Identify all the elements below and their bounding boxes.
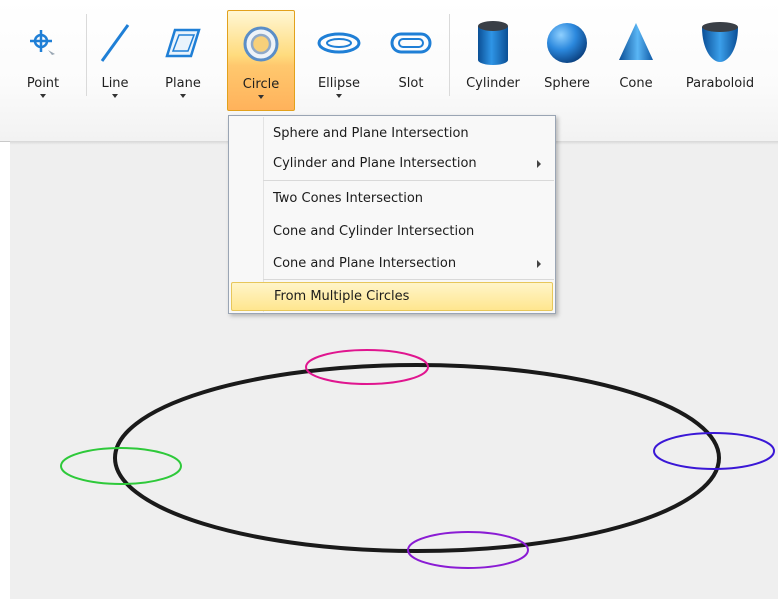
line-tool-label: Line	[101, 76, 129, 91]
chevron-down-icon	[180, 94, 186, 98]
circle-dropdown-menu: Sphere and Plane Intersection Cylinder a…	[228, 115, 556, 314]
chevron-down-icon	[258, 95, 264, 99]
point-icon	[18, 20, 68, 66]
menu-item-label: Cone and Plane Intersection	[273, 256, 457, 271]
circle-tool-label: Circle	[242, 77, 280, 92]
sphere-tool-button[interactable]: Sphere	[536, 10, 598, 110]
plane-tool-label: Plane	[165, 76, 201, 91]
menu-separator	[263, 279, 554, 280]
menu-item-two-cones-intersection[interactable]: Two Cones Intersection	[230, 184, 554, 213]
cylinder-tool-label: Cylinder	[466, 76, 520, 91]
menu-item-label: Two Cones Intersection	[273, 191, 424, 206]
chevron-right-icon	[537, 160, 541, 168]
chevron-down-icon	[336, 94, 342, 98]
menu-item-label: From Multiple Circles	[274, 289, 410, 304]
menu-item-label: Cone and Cylinder Intersection	[273, 224, 475, 239]
cone-icon	[612, 20, 660, 66]
cone-tool-label: Cone	[619, 76, 653, 91]
ellipse-icon	[312, 20, 366, 66]
circle-icon	[228, 21, 294, 67]
cylinder-tool-button[interactable]: Cylinder	[456, 10, 530, 110]
paraboloid-tool-label: Paraboloid	[685, 76, 755, 91]
slot-icon	[388, 20, 434, 66]
menu-item-cone-cylinder-intersection[interactable]: Cone and Cylinder Intersection	[230, 217, 554, 246]
menu-item-label: Cylinder and Plane Intersection	[273, 156, 477, 171]
point-tool-label: Point	[26, 76, 60, 91]
line-tool-button[interactable]: Line	[95, 10, 135, 110]
ellipse-tool-label: Ellipse	[317, 76, 361, 91]
cylinder-icon	[456, 20, 530, 66]
slot-tool-button[interactable]: Slot	[388, 10, 434, 110]
sphere-icon	[536, 20, 598, 66]
menu-item-cylinder-plane-intersection[interactable]: Cylinder and Plane Intersection	[230, 149, 554, 178]
chevron-down-icon	[112, 94, 118, 98]
menu-item-sphere-plane-intersection[interactable]: Sphere and Plane Intersection	[230, 119, 554, 148]
plane-icon	[158, 20, 208, 66]
paraboloid-tool-button[interactable]: Paraboloid	[673, 10, 767, 110]
circle-tool-button[interactable]: Circle	[227, 10, 295, 111]
toolbar-separator	[449, 14, 450, 96]
menu-item-label: Sphere and Plane Intersection	[273, 126, 469, 141]
point-tool-button[interactable]: Point	[18, 10, 68, 110]
plane-tool-button[interactable]: Plane	[158, 10, 208, 110]
menu-item-from-multiple-circles[interactable]: From Multiple Circles	[231, 282, 553, 311]
cone-tool-button[interactable]: Cone	[612, 10, 660, 110]
application-window: Point Line Plane Circle Ellipse Slot Cyl…	[0, 0, 778, 599]
paraboloid-icon	[673, 20, 767, 66]
chevron-right-icon	[537, 260, 541, 268]
chevron-down-icon	[40, 94, 46, 98]
sphere-tool-label: Sphere	[544, 76, 590, 91]
ellipse-tool-button[interactable]: Ellipse	[312, 10, 366, 110]
menu-item-cone-plane-intersection[interactable]: Cone and Plane Intersection	[230, 249, 554, 278]
menu-separator	[263, 180, 554, 181]
line-icon	[95, 20, 135, 66]
toolbar-separator	[86, 14, 87, 96]
slot-tool-label: Slot	[398, 76, 424, 91]
